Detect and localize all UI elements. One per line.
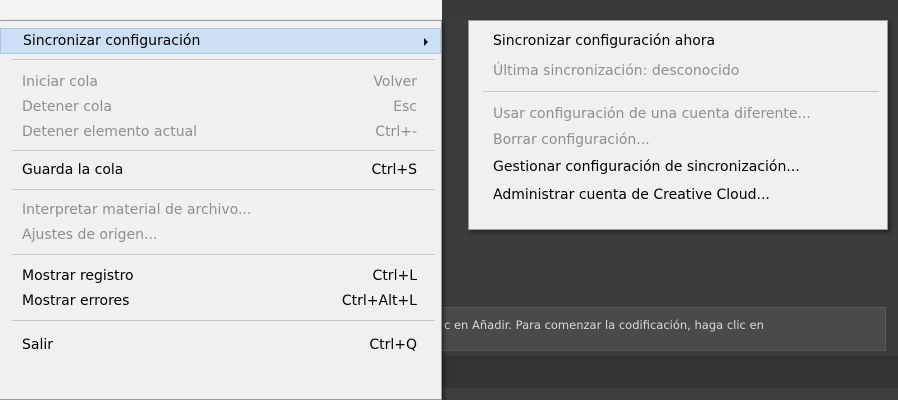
menu-item-label: Mostrar registro: [22, 268, 134, 284]
menu-separator: [12, 150, 435, 151]
menu-item-interpret-footage[interactable]: Interpretar material de archivo...: [0, 197, 441, 223]
submenu-item-manage-creative-cloud[interactable]: Administrar cuenta de Creative Cloud...: [469, 182, 887, 208]
menu-item-label: Administrar cuenta de Creative Cloud...: [493, 187, 770, 203]
menu-item-stop-current[interactable]: Detener elemento actual Ctrl+-: [0, 119, 441, 145]
menu-item-label: Última sincronización: desconocido: [493, 63, 740, 79]
menu-item-label: Borrar configuración...: [493, 132, 650, 148]
menu-item-label: Guarda la cola: [22, 162, 124, 178]
menu-item-shortcut: Volver: [373, 74, 417, 90]
file-menu: Sincronizar configuración Iniciar cola V…: [0, 20, 442, 400]
menu-item-label: Ajustes de origen...: [22, 227, 158, 243]
menu-item-source-settings[interactable]: Ajustes de origen...: [0, 222, 441, 248]
menu-item-label: Sincronizar configuración: [23, 33, 201, 49]
menu-item-show-errors[interactable]: Mostrar errores Ctrl+Alt+L: [0, 288, 441, 314]
menu-item-shortcut: Ctrl+S: [371, 162, 417, 178]
menu-separator: [12, 254, 435, 255]
menu-item-label: Iniciar cola: [22, 74, 98, 90]
menu-item-shortcut: Ctrl+Q: [369, 337, 417, 353]
menu-item-label: Detener cola: [22, 99, 112, 115]
sync-submenu: Sincronizar configuración ahora Última s…: [468, 20, 888, 230]
submenu-arrow-icon: [424, 38, 428, 46]
menu-item-shortcut: Ctrl+-: [375, 124, 417, 140]
submenu-item-last-sync: Última sincronización: desconocido: [469, 58, 887, 84]
queue-hint-text: c en Añadir. Para comenzar la codificaci…: [444, 318, 764, 332]
menu-item-label: Salir: [22, 337, 54, 353]
menu-item-save-queue[interactable]: Guarda la cola Ctrl+S: [0, 157, 441, 183]
menu-item-label: Mostrar errores: [22, 293, 130, 309]
app-top-area: [442, 0, 898, 20]
menu-separator: [12, 189, 435, 190]
menu-separator: [12, 59, 435, 60]
menu-item-show-log[interactable]: Mostrar registro Ctrl+L: [0, 263, 441, 289]
menu-item-label: Interpretar material de archivo...: [22, 202, 252, 218]
menu-item-shortcut: Ctrl+L: [372, 268, 417, 284]
menu-separator: [12, 320, 435, 321]
menu-item-sync-settings[interactable]: Sincronizar configuración: [0, 28, 441, 54]
submenu-item-clear-settings[interactable]: Borrar configuración...: [469, 127, 887, 153]
menu-item-shortcut: Ctrl+Alt+L: [341, 293, 417, 309]
menu-item-label: Sincronizar configuración ahora: [493, 33, 716, 49]
submenu-item-sync-now[interactable]: Sincronizar configuración ahora: [469, 28, 887, 54]
menu-item-start-queue[interactable]: Iniciar cola Volver: [0, 69, 441, 95]
submenu-item-manage-sync[interactable]: Gestionar configuración de sincronizació…: [469, 154, 887, 180]
menu-item-exit[interactable]: Salir Ctrl+Q: [0, 332, 441, 358]
menu-item-label: Usar configuración de una cuenta diferen…: [493, 106, 811, 122]
menu-separator: [483, 91, 879, 92]
menu-item-label: Gestionar configuración de sincronizació…: [493, 159, 800, 175]
submenu-item-use-other-account[interactable]: Usar configuración de una cuenta diferen…: [469, 101, 887, 127]
menu-item-label: Detener elemento actual: [22, 124, 198, 140]
menu-top-strip: [0, 0, 442, 20]
menu-item-stop-queue[interactable]: Detener cola Esc: [0, 94, 441, 120]
app-bottom-area: [430, 356, 898, 388]
menu-item-shortcut: Esc: [393, 99, 417, 115]
